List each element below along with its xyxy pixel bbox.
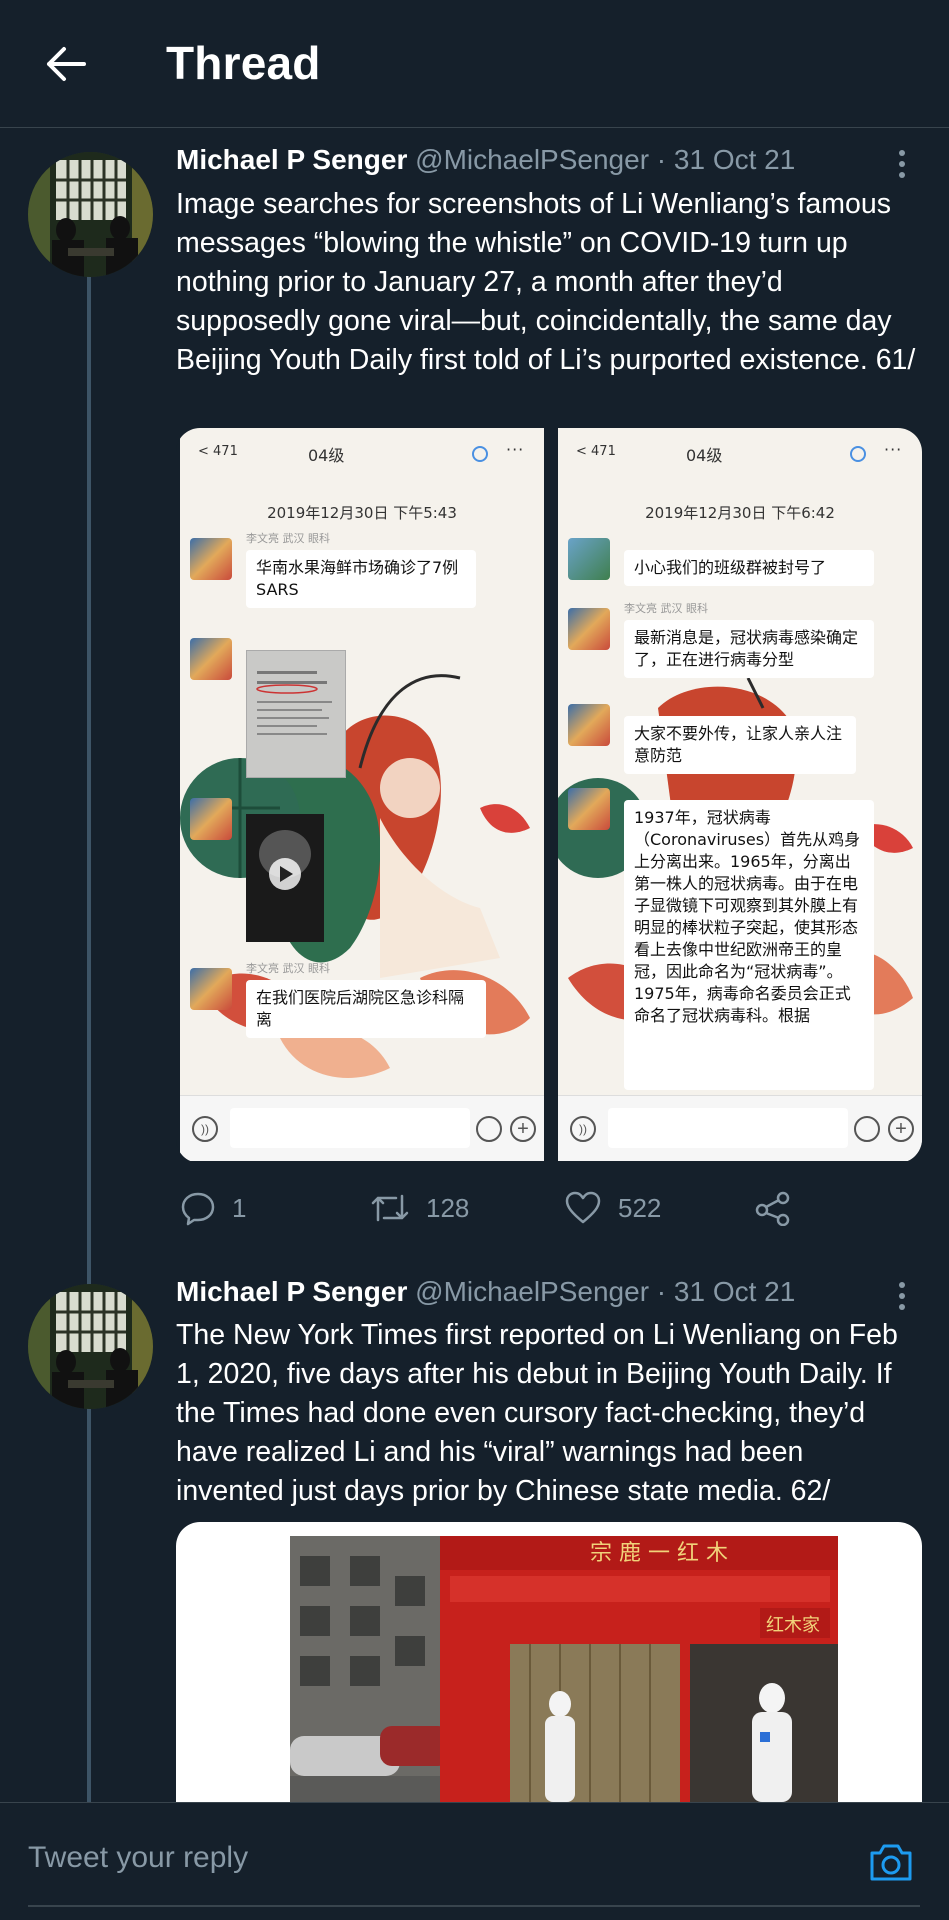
- emoji-icon: [476, 1116, 502, 1142]
- reply-icon: [181, 1192, 215, 1226]
- retweet-icon: [371, 1194, 409, 1222]
- reply-bar: Tweet your reply: [0, 1802, 949, 1920]
- like-button[interactable]: 522: [564, 1186, 661, 1230]
- chat-bubble: 最新消息是，冠状病毒感染确定了，正在进行病毒分型: [624, 620, 874, 678]
- tweet-text: The New York Times first reported on Li …: [176, 1319, 898, 1507]
- storefront-sign: 红木家: [766, 1615, 820, 1636]
- retweet-count: 128: [426, 1192, 470, 1223]
- tweet-text: Image searches for screenshots of Li Wen…: [176, 188, 916, 376]
- more-icon[interactable]: [888, 1276, 916, 1316]
- tweet-header: Michael P Senger @MichaelPSenger · 31 Oc…: [176, 144, 795, 184]
- chat-avatar: [190, 968, 232, 1010]
- chat-bubble: 华南水果海鲜市场确诊了7例SARS: [246, 550, 476, 608]
- share-button[interactable]: [754, 1186, 792, 1230]
- chat-input: [230, 1108, 470, 1148]
- circle-icon: [472, 446, 488, 462]
- chat-input-bar: )) +: [558, 1095, 922, 1161]
- chat-screenshot-left: < 471 04级 ··· 2019年12月30日 下午5:43 李文亮 武汉 …: [180, 428, 544, 1161]
- more-icon: ···: [506, 440, 525, 459]
- emoji-icon: [854, 1116, 880, 1142]
- thread-connector: [87, 1404, 91, 1804]
- chat-screenshot-right: < 471 04级 ··· 2019年12月30日 下午6:42 小心我们的班级…: [558, 428, 922, 1161]
- chat-bubble: 1937年，冠状病毒（Coronaviruses）首先从鸡身上分离出来。1965…: [624, 800, 874, 1090]
- chat-avatar: [190, 638, 232, 680]
- chat-back-label: < 471: [576, 444, 616, 459]
- svg-text:宗 鹿 一 红 木: 宗 鹿 一 红 木: [590, 1541, 728, 1566]
- chat-avatar: [190, 538, 232, 580]
- chat-bubble: 小心我们的班级群被封号了: [624, 550, 874, 586]
- chat-avatar: [568, 788, 610, 830]
- more-icon: ···: [884, 440, 903, 459]
- like-icon: [565, 1191, 601, 1224]
- author-name[interactable]: Michael P Senger: [176, 144, 407, 175]
- tweet-media[interactable]: 宗 鹿 一 红 木 红木家: [176, 1522, 922, 1802]
- chat-title: 04级: [308, 446, 345, 465]
- voice-icon: )): [570, 1116, 596, 1142]
- chat-title: 04级: [686, 446, 723, 465]
- video-thumbnail[interactable]: [246, 814, 324, 942]
- chat-sender: 李文亮 武汉 眼科: [246, 962, 330, 975]
- page-title: Thread: [166, 37, 321, 89]
- chat-sender: 李文亮 武汉 眼科: [246, 532, 330, 545]
- chat-date: 2019年12月30日 下午5:43: [267, 504, 457, 522]
- chat-avatar: [568, 704, 610, 746]
- chat-avatar: [568, 538, 610, 580]
- chat-top-bar: < 471 04级 ···: [558, 428, 922, 484]
- tweet-header: Michael P Senger @MichaelPSenger · 31 Oc…: [176, 1276, 795, 1316]
- more-icon[interactable]: [888, 144, 916, 184]
- share-icon: [755, 1191, 790, 1226]
- tweet-actions: 1 128 522: [176, 1186, 816, 1230]
- author-handle[interactable]: @MichaelPSenger: [415, 144, 649, 175]
- camera-icon: [870, 1844, 912, 1881]
- reply-input[interactable]: Tweet your reply: [28, 1841, 248, 1875]
- chat-back-label: < 471: [198, 444, 238, 459]
- tweet-date[interactable]: · 31 Oct 21: [657, 1276, 796, 1307]
- chat-input-bar: )) +: [180, 1095, 544, 1161]
- chat-bubble: 在我们医院后湖院区急诊科隔离: [246, 980, 486, 1038]
- chat-bubble: 大家不要外传，让家人亲人注意防范: [624, 716, 856, 774]
- tweet-media[interactable]: < 471 04级 ··· 2019年12月30日 下午5:43 李文亮 武汉 …: [176, 428, 922, 1163]
- chat-date: 2019年12月30日 下午6:42: [645, 504, 835, 522]
- chat-avatar: [568, 608, 610, 650]
- thread-connector: [87, 272, 91, 1302]
- chat-input: [608, 1108, 848, 1148]
- reply-count: 1: [232, 1192, 247, 1223]
- avatar[interactable]: [28, 1284, 153, 1409]
- chat-avatar: [190, 798, 232, 840]
- news-photo: 宗 鹿 一 红 木 红木家: [290, 1536, 838, 1802]
- back-button[interactable]: [40, 38, 92, 90]
- back-arrow-icon: [47, 47, 86, 81]
- document-photo: [246, 650, 346, 778]
- reply-button[interactable]: 1: [180, 1186, 246, 1230]
- tweet-date[interactable]: · 31 Oct 21: [657, 144, 796, 175]
- retweet-button[interactable]: 128: [370, 1186, 469, 1230]
- plus-icon: +: [510, 1116, 536, 1142]
- circle-icon: [850, 446, 866, 462]
- voice-icon: )): [192, 1116, 218, 1142]
- chat-top-bar: < 471 04级 ···: [180, 428, 544, 484]
- chat-sender: 李文亮 武汉 眼科: [624, 602, 708, 615]
- author-handle[interactable]: @MichaelPSenger: [415, 1276, 649, 1307]
- plus-icon: +: [888, 1116, 914, 1142]
- camera-button[interactable]: [866, 1837, 916, 1887]
- reply-divider: [28, 1905, 920, 1907]
- avatar[interactable]: [28, 152, 153, 277]
- author-name[interactable]: Michael P Senger: [176, 1276, 407, 1307]
- like-count: 522: [618, 1192, 662, 1223]
- top-bar: Thread: [0, 0, 949, 128]
